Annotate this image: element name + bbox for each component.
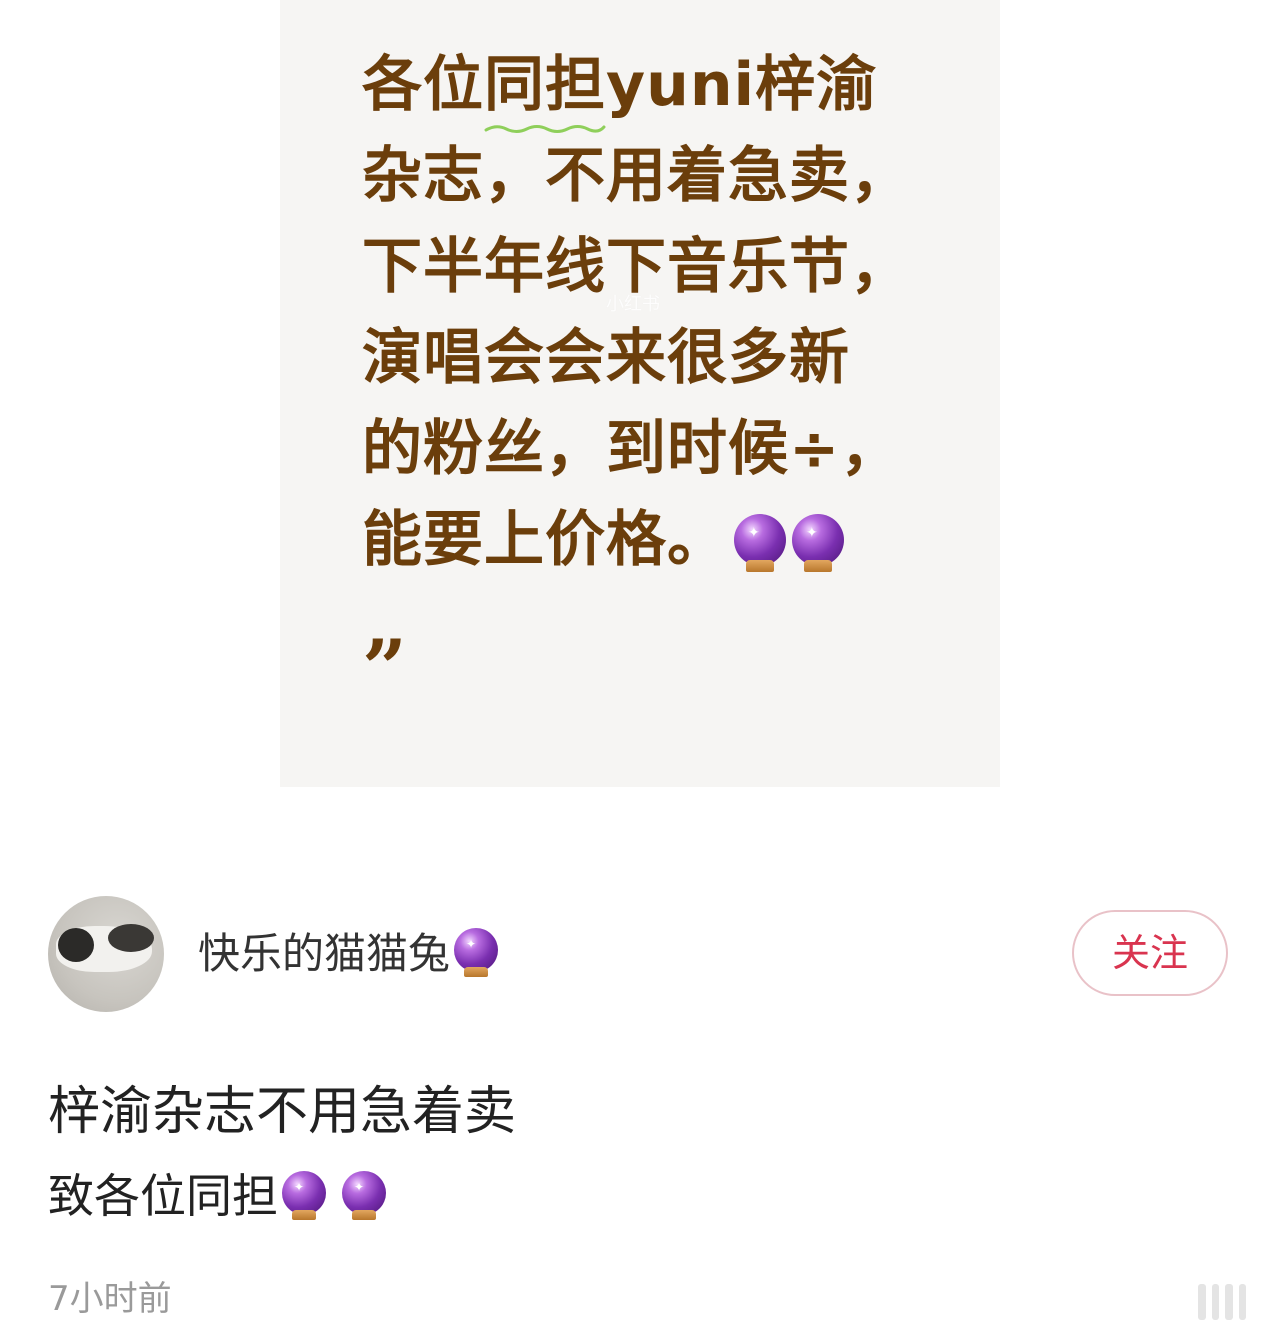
avatar[interactable]	[48, 896, 164, 1012]
quote-line-6: 能要上价格。 ✦ ✦	[362, 495, 922, 586]
crystal-ball-icon: ✦	[342, 1170, 388, 1221]
quote-line-1-end: yuni梓渝	[606, 50, 878, 120]
author-name-text: 快乐的猫猫兔	[198, 929, 451, 978]
post-title: 梓渝杂志不用急着卖	[48, 1082, 517, 1142]
squiggle-underline	[484, 125, 606, 133]
underlined-phrase: 同担	[484, 50, 606, 133]
crystal-ball-icon: ✦	[282, 1170, 328, 1221]
quote-line-4: 演唱会会来很多新	[362, 323, 850, 393]
crystal-ball-icon: ✦	[454, 927, 500, 978]
post-description-text: 致各位同担	[48, 1169, 278, 1223]
watermark: 小红书	[606, 294, 660, 315]
follow-button[interactable]: 关注	[1072, 910, 1228, 996]
post-timestamp: 7小时前	[48, 1279, 172, 1319]
closing-quote-mark: ”	[362, 623, 407, 714]
crystal-ball-icon: ✦	[792, 514, 844, 573]
author-row: 快乐的猫猫兔 ✦ 关注	[48, 896, 1228, 1012]
scroll-indicator[interactable]	[1198, 1282, 1246, 1322]
quote-line-2: 杂志，不用着急卖，	[362, 141, 911, 211]
quote-line-6-text: 能要上价格。	[362, 505, 728, 575]
underlined-phrase-text: 同担	[484, 50, 606, 120]
post-image[interactable]: 各位同担 yuni梓渝 杂志，不用着急卖， 下半年线下音乐节， 演唱会会来很多新 …	[280, 0, 1000, 787]
quote-line-1: 各位同担 yuni梓渝	[362, 40, 922, 133]
quote-line-5: 的粉丝，到时候÷，	[362, 414, 902, 484]
post-description: 致各位同担 ✦ ✦	[48, 1164, 388, 1228]
crystal-ball-icon: ✦	[734, 514, 786, 573]
author-name[interactable]: 快乐的猫猫兔 ✦	[198, 926, 500, 982]
quote-line-1-start: 各位	[362, 50, 484, 120]
